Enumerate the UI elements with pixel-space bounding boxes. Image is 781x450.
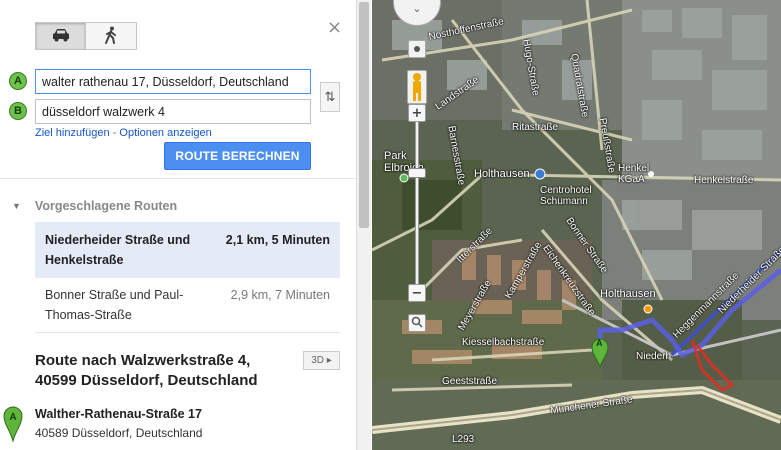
scrollbar-thumb[interactable] — [359, 2, 369, 228]
car-mode-button[interactable] — [35, 22, 86, 50]
caret-down-icon: ▼ — [12, 201, 21, 211]
waypoint-links: Ziel hinzufügen - Optionen anzeigen — [35, 127, 212, 139]
close-icon[interactable]: × — [327, 17, 342, 38]
link-separator: - — [112, 127, 117, 139]
map-place-label: Holthausen — [600, 288, 656, 300]
destination-address-input[interactable] — [35, 99, 311, 124]
car-icon — [52, 28, 70, 45]
route-option-1[interactable]: Niederheider Straße und Henkelstraße 2,1… — [35, 222, 340, 278]
map-street-label: Kiesselbachstraße — [462, 337, 545, 348]
walk-mode-button[interactable] — [86, 22, 137, 50]
suggested-routes-header[interactable]: ▼ Vorgeschlagene Routen — [12, 199, 177, 213]
route-option-info: 2,9 km, 7 Minuten — [230, 288, 330, 302]
waypoint-a-marker: A — [9, 72, 27, 90]
start-address-input[interactable] — [35, 69, 311, 94]
map-poi-label: Henkel KGaA — [618, 163, 650, 185]
directions-panel: × A B ⇅ Ziel hinzufügen - Optionen anzei… — [0, 0, 356, 450]
start-location-name: Walther-Rathenau-Straße 17 — [35, 407, 202, 421]
zoom-area-button[interactable] — [408, 314, 426, 332]
start-pin-icon: A — [3, 406, 23, 443]
walk-icon — [104, 26, 118, 47]
swap-icon: ⇅ — [324, 89, 336, 105]
route-option-name: Niederheider Straße und Henkelstraße — [45, 233, 191, 267]
map-street-label: Henkelstraße — [694, 175, 754, 186]
end-pin-label: A — [596, 338, 603, 348]
location-icon — [413, 42, 421, 56]
street-view-pegman[interactable] — [407, 70, 427, 104]
map-street-label: Niederh — [636, 351, 672, 362]
zoom-out-button[interactable]: − — [408, 284, 426, 302]
swap-waypoints-button[interactable]: ⇅ — [320, 82, 340, 112]
start-location-address: 40589 Düsseldorf, Deutschland — [35, 426, 203, 440]
chevron-down-icon: ⌄ — [412, 2, 422, 15]
divider — [35, 332, 340, 333]
zoom-slider-track[interactable] — [415, 122, 419, 290]
map-road-number: L293 — [452, 434, 475, 445]
map-place-label: Holthausen — [474, 168, 530, 180]
map-street-label: Ritastraße — [512, 122, 559, 133]
satellite-map[interactable]: Nosthoffenstraße Landstraße Hugo-Straße … — [372, 0, 781, 450]
zoom-slider-thumb[interactable] — [408, 168, 426, 178]
magnifier-icon — [411, 316, 423, 331]
suggested-routes-heading: Vorgeschlagene Routen — [34, 199, 178, 213]
calculate-route-button[interactable]: ROUTE BERECHNEN — [164, 142, 311, 170]
divider — [0, 178, 356, 179]
route-option-info: 2,1 km, 5 Minuten — [225, 233, 330, 247]
zoom-in-button[interactable]: + — [408, 104, 426, 122]
location-button[interactable] — [408, 40, 426, 58]
map-poi-label: Centrohotel Schumann — [540, 185, 592, 207]
map-street-label: Geeststraße — [442, 376, 498, 387]
start-pin-label: A — [9, 412, 16, 423]
add-destination-link[interactable]: Ziel hinzufügen — [35, 127, 110, 139]
travel-mode-group — [35, 22, 137, 50]
route-option-2[interactable]: Bonner Straße und Paul-Thomas-Straße 2,9… — [35, 277, 340, 333]
route-option-name: Bonner Straße und Paul-Thomas-Straße — [45, 288, 184, 322]
directions-title: Route nach Walzwerkstraße 4, 40599 Düsse… — [35, 352, 258, 389]
show-options-link[interactable]: Optionen anzeigen — [119, 127, 211, 139]
waypoint-b-marker: B — [9, 102, 27, 120]
panel-scrollbar[interactable] — [356, 0, 371, 450]
3d-view-button[interactable]: 3D ▸ — [303, 351, 340, 370]
